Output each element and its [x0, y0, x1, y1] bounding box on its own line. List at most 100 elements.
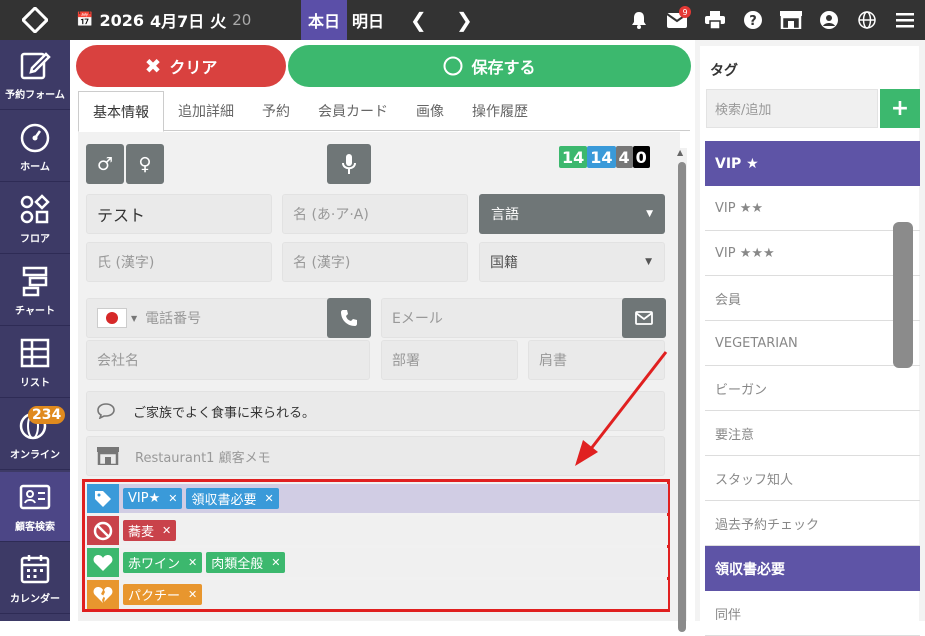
- next-day-icon[interactable]: ❯: [456, 0, 473, 40]
- tab-additional-details[interactable]: 追加詳細: [164, 91, 248, 131]
- restaurant-memo-field[interactable]: Restaurant1 顧客メモ: [86, 436, 665, 476]
- tag-chip-label: 蕎麦: [128, 525, 155, 540]
- tag-list-item[interactable]: 要注意: [705, 411, 920, 456]
- department-field[interactable]: 部署: [381, 340, 518, 380]
- tag-chip[interactable]: 領収書必要 ✕: [186, 488, 279, 509]
- date-year: 2026: [99, 10, 144, 30]
- sidebar-item-online[interactable]: 234 オンライン: [0, 400, 70, 470]
- app-logo-icon[interactable]: [0, 0, 70, 40]
- calendar-icon: 📅: [76, 12, 94, 28]
- male-button[interactable]: ♂: [86, 144, 124, 184]
- last-name-kanji-field[interactable]: 氏 (漢字): [86, 242, 272, 282]
- tag-row-allergies[interactable]: 蕎麦 ✕: [87, 516, 668, 545]
- tag-chip[interactable]: VIP★ ✕: [123, 488, 183, 509]
- tag-panel-scrollbar[interactable]: [893, 222, 913, 368]
- prev-day-icon[interactable]: ❮: [410, 0, 427, 40]
- tag-row-likes[interactable]: 赤ワイン ✕ 肉類全般 ✕: [87, 548, 668, 577]
- tag-chip[interactable]: パクチー ✕: [123, 584, 203, 605]
- envelope-icon: [635, 311, 653, 325]
- sidebar-item-floor[interactable]: フロア: [0, 184, 70, 254]
- remove-icon[interactable]: ✕: [264, 492, 273, 505]
- sidebar-item-label: チャート: [15, 306, 55, 317]
- first-name-kana-field[interactable]: 名 (あ·ア·A): [282, 194, 468, 234]
- tag-chip[interactable]: 赤ワイン ✕: [123, 552, 203, 573]
- sidebar-item-reservation-form[interactable]: 予約フォーム: [0, 40, 70, 110]
- tab-images[interactable]: 画像: [402, 91, 458, 131]
- female-button[interactable]: ♀: [126, 144, 164, 184]
- clear-button[interactable]: ✖ クリア: [76, 45, 286, 87]
- user-icon[interactable]: [813, 0, 845, 40]
- remove-icon[interactable]: ✕: [162, 524, 171, 537]
- globe-icon[interactable]: [851, 0, 883, 40]
- bell-icon[interactable]: [623, 0, 655, 40]
- remove-icon[interactable]: ✕: [271, 556, 280, 569]
- scroll-up-icon[interactable]: ▲: [677, 148, 683, 157]
- scroll-thumb[interactable]: [678, 162, 686, 632]
- notification-badge: 9: [679, 6, 691, 18]
- last-name-field[interactable]: テスト: [86, 194, 272, 234]
- tab-member-card[interactable]: 会員カード: [304, 91, 402, 131]
- table-icon: [20, 338, 50, 368]
- tag-row-dislikes[interactable]: パクチー ✕: [87, 580, 668, 609]
- nationality-select[interactable]: 国籍 ▼: [479, 242, 665, 282]
- sidebar-item-home[interactable]: ホーム: [0, 112, 70, 182]
- tag-list-item[interactable]: 同伴: [705, 591, 920, 636]
- id-card-icon: [19, 484, 51, 510]
- tab-basic-info[interactable]: 基本情報: [78, 91, 164, 132]
- tag-list-item[interactable]: VEGETARIAN: [705, 321, 920, 366]
- tab-history[interactable]: 操作履歴: [458, 91, 542, 131]
- sidebar-item-label: カレンダー: [10, 594, 60, 605]
- send-email-button[interactable]: [622, 298, 666, 338]
- date-day: 4月7日: [149, 12, 205, 31]
- tag-panel-title: タグ: [710, 63, 738, 79]
- language-label: 言語: [491, 207, 519, 223]
- remove-icon[interactable]: ✕: [188, 588, 197, 601]
- male-icon: ♂: [96, 153, 114, 175]
- tag-list-item[interactable]: ビーガン: [705, 366, 920, 411]
- save-button[interactable]: 保存する: [288, 45, 691, 87]
- note-field[interactable]: ご家族でよく食事に来られる。: [86, 391, 665, 431]
- tag-list-item[interactable]: スタッフ知人: [705, 456, 920, 501]
- tag-list-item[interactable]: 会員: [705, 276, 920, 321]
- menu-icon[interactable]: [889, 0, 921, 40]
- svg-text:?: ?: [749, 14, 757, 29]
- title-field[interactable]: 肩書: [528, 340, 665, 380]
- first-name-kanji-field[interactable]: 名 (漢字): [282, 242, 468, 282]
- tag-chip[interactable]: 肉類全般 ✕: [206, 552, 286, 573]
- help-icon[interactable]: ?: [737, 0, 769, 40]
- today-button[interactable]: 本日: [301, 0, 347, 40]
- shapes-icon: [20, 194, 50, 224]
- tag-chip[interactable]: 蕎麦 ✕: [123, 520, 177, 541]
- tomorrow-button[interactable]: 明日: [352, 0, 384, 40]
- print-icon[interactable]: [699, 0, 731, 40]
- tag-chip-label: 領収書必要: [191, 493, 257, 508]
- counter-green: 14: [559, 146, 588, 168]
- remove-icon[interactable]: ✕: [188, 556, 197, 569]
- japan-flag-icon: [97, 308, 127, 328]
- mail-icon[interactable]: 9: [661, 0, 693, 40]
- sidebar-item-list[interactable]: リスト: [0, 328, 70, 398]
- tag-group-header[interactable]: VIP ★: [705, 141, 920, 186]
- sidebar-item-label: オンライン: [10, 450, 60, 461]
- tag-list-item[interactable]: 過去予約チェック: [705, 501, 920, 546]
- tab-reservations[interactable]: 予約: [248, 91, 304, 131]
- tag-icon: [87, 484, 119, 513]
- date-display[interactable]: 📅 2026 4月7日 火 20: [76, 0, 251, 40]
- sidebar-item-customer-search[interactable]: 顧客検索: [0, 472, 70, 542]
- company-field[interactable]: 会社名: [86, 340, 370, 380]
- main-scrollbar[interactable]: ▲: [677, 148, 687, 632]
- sidebar-item-chart[interactable]: チャート: [0, 256, 70, 326]
- sidebar-item-calendar[interactable]: カレンダー: [0, 544, 70, 614]
- tag-list-item[interactable]: VIP ★★★: [705, 231, 920, 276]
- voice-input-button[interactable]: [327, 144, 371, 184]
- tag-group-header[interactable]: 領収書必要: [705, 546, 920, 591]
- store-icon[interactable]: [775, 0, 807, 40]
- tag-search-input[interactable]: 検索/追加: [706, 89, 878, 128]
- language-select[interactable]: 言語 ▼: [479, 194, 665, 234]
- remove-icon[interactable]: ✕: [168, 492, 177, 505]
- call-button[interactable]: [327, 298, 371, 338]
- restaurant-memo-placeholder: Restaurant1 顧客メモ: [135, 450, 271, 466]
- add-tag-button[interactable]: +: [880, 89, 920, 128]
- tag-list-item[interactable]: VIP ★★: [705, 186, 920, 231]
- tag-row-preferences[interactable]: VIP★ ✕ 領収書必要 ✕: [87, 484, 668, 513]
